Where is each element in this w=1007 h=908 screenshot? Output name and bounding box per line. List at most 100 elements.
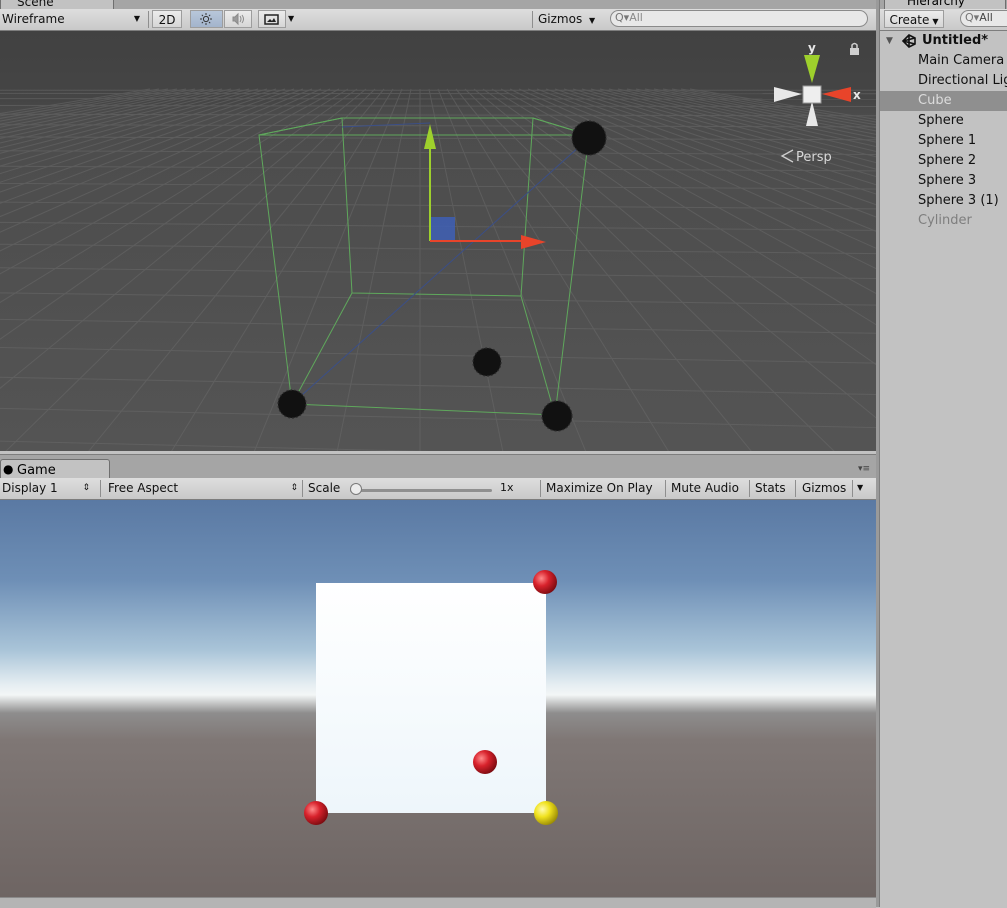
scale-slider-track[interactable] <box>350 489 492 492</box>
scene-search-input[interactable]: Q▾All <box>610 10 868 27</box>
move-handle-xy-plane[interactable] <box>431 217 455 240</box>
image-effects-icon <box>259 11 285 27</box>
panel-menu-icon[interactable]: ▾≡ <box>858 464 870 474</box>
cube-diagonal-wire <box>292 138 589 404</box>
projection-label: Persp <box>796 150 832 165</box>
scene-audio-toggle[interactable] <box>224 10 252 28</box>
cube-selection-wireframe <box>259 118 589 415</box>
gizmo-x-cone-icon[interactable] <box>822 87 851 102</box>
hierarchy-item[interactable]: Cube <box>880 91 1007 111</box>
game-cube <box>316 583 546 813</box>
hierarchy-item-label: Sphere 1 <box>918 131 976 151</box>
game-toolbar: Display 1 ⇕ Free Aspect ⇕ Scale 1x Maxim… <box>0 478 876 500</box>
scene-sphere-bottom-right[interactable] <box>542 401 572 431</box>
orientation-gizmo[interactable]: y x <box>774 41 861 126</box>
hierarchy-item[interactable]: Sphere <box>880 111 1007 131</box>
toolbar-divider <box>148 11 149 28</box>
updown-arrow-icon: ⇕ <box>290 479 298 497</box>
create-label: Create <box>889 13 929 27</box>
aspect-dropdown[interactable]: Free Aspect ⇕ <box>108 479 298 497</box>
tab-game-label: Game <box>17 463 56 478</box>
toggle-2d-button[interactable]: 2D <box>152 10 182 28</box>
status-bar <box>0 897 876 908</box>
scene-sphere-bottom-left[interactable] <box>278 390 306 418</box>
toggle-2d-label: 2D <box>159 13 176 27</box>
search-icon: Q▾ <box>965 11 979 24</box>
cube-top-wire <box>342 123 430 127</box>
gizmo-center-cube-icon[interactable] <box>803 86 821 103</box>
hierarchy-search-input[interactable]: Q▾All <box>960 10 1007 27</box>
stats-button[interactable]: Stats <box>755 479 793 497</box>
projection-mode-toggle[interactable]: Persp <box>782 150 832 165</box>
tab-hierarchy-label: Hierarchy <box>907 0 965 8</box>
display-value: Display 1 <box>2 481 58 495</box>
hierarchy-item-label: Sphere 3 (1) <box>918 191 999 211</box>
hierarchy-item[interactable]: Cylinder <box>880 211 1007 231</box>
tab-scene[interactable]: Scene <box>0 0 114 9</box>
tab-hierarchy[interactable]: Hierarchy <box>884 0 1006 9</box>
toolbar-divider <box>665 480 666 497</box>
scene-gizmos-label: Gizmos <box>538 12 582 26</box>
game-gizmos-button[interactable]: Gizmos <box>802 479 854 497</box>
speaker-icon <box>225 11 251 27</box>
effects-dropdown-arrow-icon[interactable]: ▼ <box>288 10 300 28</box>
create-dropdown-button[interactable]: Create▼ <box>884 10 944 28</box>
scene-root-row[interactable]: ▼ Untitled* <box>880 31 1007 51</box>
scene-tab-bar: Scene <box>0 0 876 9</box>
hierarchy-item[interactable]: Sphere 2 <box>880 151 1007 171</box>
toolbar-divider <box>540 480 541 497</box>
gizmo-neg-x-cone-icon[interactable] <box>774 87 802 102</box>
game-sphere-bottom-right <box>534 801 558 825</box>
hierarchy-panel: Hierarchy Create▼ Q▾All ▼ Untitled* Main… <box>879 0 1007 907</box>
toolbar-divider <box>749 480 750 497</box>
scene-sphere-top-right[interactable] <box>572 121 606 155</box>
shading-mode-value: Wireframe <box>2 12 65 26</box>
scene-viewport[interactable]: y x Persp <box>0 31 876 451</box>
scale-slider-thumb[interactable] <box>350 483 362 495</box>
hierarchy-item[interactable]: Sphere 1 <box>880 131 1007 151</box>
mute-audio-button[interactable]: Mute Audio <box>671 479 747 497</box>
dropdown-arrow-icon: ▼ <box>134 10 140 28</box>
scene-lighting-toggle[interactable] <box>190 10 223 28</box>
scene-gizmos-dropdown[interactable]: Gizmos ▼ <box>538 10 604 28</box>
hierarchy-item[interactable]: Sphere 3 (1) <box>880 191 1007 211</box>
hierarchy-item[interactable]: Main Camera <box>880 51 1007 71</box>
scene-name: Untitled* <box>922 31 988 51</box>
display-dropdown[interactable]: Display 1 ⇕ <box>2 479 96 497</box>
aspect-value: Free Aspect <box>108 481 178 495</box>
scale-value: 1x <box>500 479 520 497</box>
maximize-on-play-button[interactable]: Maximize On Play <box>546 479 664 497</box>
move-handle-y-arrow-icon[interactable] <box>424 124 436 149</box>
dropdown-arrow-icon: ▼ <box>932 17 938 26</box>
sun-icon <box>191 11 222 27</box>
hierarchy-toolbar: Create▼ Q▾All <box>880 9 1007 31</box>
tab-scene-label: Scene <box>17 0 54 9</box>
perspective-icon <box>782 150 793 162</box>
shading-mode-dropdown[interactable]: Wireframe ▼ <box>2 10 148 28</box>
lock-icon[interactable] <box>850 44 859 56</box>
game-tab-bar: ● Game ▾≡ <box>0 454 876 479</box>
dropdown-arrow-icon: ▼ <box>589 16 595 25</box>
game-controller-icon: ● <box>3 462 13 476</box>
gizmo-axis-x-label: x <box>853 88 861 102</box>
hierarchy-item[interactable]: Sphere 3 <box>880 171 1007 191</box>
game-sphere-middle <box>473 750 497 774</box>
game-gizmos-arrow-icon[interactable]: ▼ <box>857 479 869 497</box>
updown-arrow-icon: ⇕ <box>82 479 90 497</box>
expand-triangle-icon[interactable]: ▼ <box>886 31 893 51</box>
scene-toolbar: Wireframe ▼ 2D ▼ Gizmos ▼ Q▾All <box>0 9 876 31</box>
game-viewport[interactable] <box>0 500 876 897</box>
scene-objects-canvas: y x Persp <box>0 31 876 451</box>
hierarchy-item[interactable]: Directional Light <box>880 71 1007 91</box>
move-handle-x-arrow-icon[interactable] <box>521 235 546 249</box>
hierarchy-item-label: Sphere 2 <box>918 151 976 171</box>
unity-scene-icon <box>901 33 917 49</box>
gizmo-y-cone-icon[interactable] <box>804 55 820 83</box>
gizmo-neg-y-cone-icon[interactable] <box>806 101 818 126</box>
scene-effects-toggle[interactable] <box>258 10 286 28</box>
scale-label: Scale <box>308 479 348 497</box>
scene-sphere-middle[interactable] <box>473 348 501 376</box>
tab-game[interactable]: ● Game <box>0 459 110 480</box>
scene-search-placeholder: All <box>629 11 643 24</box>
toolbar-divider <box>852 480 853 497</box>
